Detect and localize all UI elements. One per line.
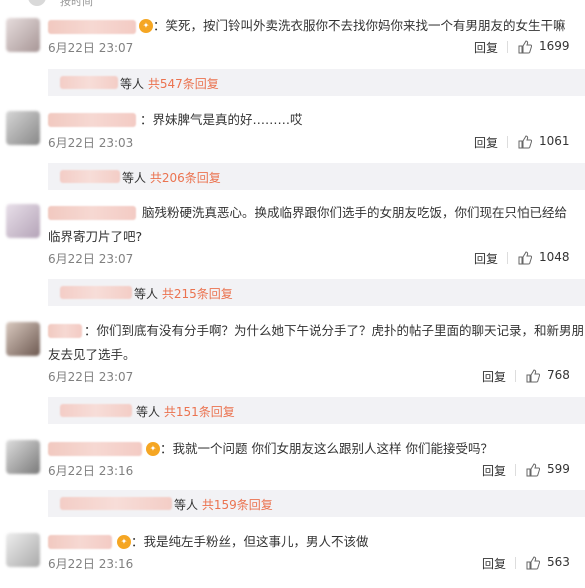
thumbs-up-icon[interactable]	[526, 369, 540, 383]
fan-badge-icon: ✦	[139, 19, 153, 33]
reply-summary[interactable]: 等人 共547条回复	[48, 69, 585, 96]
username[interactable]	[48, 442, 142, 456]
view-replies-link[interactable]: 共151条回复	[164, 405, 235, 419]
reply-summary[interactable]: 等人 共159条回复	[48, 490, 585, 517]
comment-item: ✦ ：我就一个问题 你们女朋友这么跟别人这样 你们能接受吗？ 6月22日 23:…	[0, 438, 585, 530]
thumbs-up-icon[interactable]	[526, 556, 540, 570]
comment-item: ✦ ：笑死，按门铃叫外卖洗衣服你不去找你妈你来找一个有男朋友的女生干嘛 6月22…	[0, 16, 585, 106]
replier-names	[60, 286, 132, 299]
like-count: 1048	[539, 250, 570, 264]
replier-names	[60, 404, 132, 417]
comment-item: 脑残粉硬洗真恶心。换成临界跟你们选手的女朋友吃饭，你们现在只怕已经给 临界寄刀片…	[0, 202, 585, 314]
divider	[515, 557, 516, 569]
divider	[507, 252, 508, 264]
view-replies-link[interactable]: 共547条回复	[148, 77, 219, 91]
thumbs-up-icon[interactable]	[518, 251, 532, 265]
avatar[interactable]	[6, 204, 40, 238]
avatar[interactable]	[6, 440, 40, 474]
reply-button[interactable]: 回复	[474, 134, 498, 151]
comment-item: ：你们到底有没有分手啊？为什么她下午说分手了？虎扑的帖子里面的聊天记录，和新男朋…	[0, 320, 585, 432]
reply-summary[interactable]: 等人 共151条回复	[48, 397, 585, 424]
comment-text-line2: 临界寄刀片了吧?	[48, 229, 143, 244]
view-replies-link[interactable]: 共206条回复	[150, 171, 221, 185]
thumbs-up-icon[interactable]	[526, 463, 540, 477]
avatar[interactable]	[6, 322, 40, 356]
reply-summary[interactable]: 等人 共206条回复	[48, 163, 585, 190]
comment-date: 6月22日 23:07	[48, 252, 134, 266]
comment-text: ：界妹脾气是真的好………哎	[140, 112, 303, 127]
comment-text: ：我是纯左手粉丝，但这事儿，男人不该做	[131, 534, 369, 549]
thumbs-up-icon[interactable]	[518, 40, 532, 54]
avatar	[28, 0, 46, 6]
reply-button[interactable]: 回复	[482, 555, 506, 572]
comment-item: ✦ ：我是纯左手粉丝，但这事儿，男人不该做 6月22日 23:16 回复 563	[0, 531, 585, 588]
view-replies-link[interactable]: 共215条回复	[162, 287, 233, 301]
like-count: 768	[547, 368, 570, 382]
replier-names	[60, 170, 120, 183]
reply-summary-prefix: 等人	[122, 171, 147, 185]
comment-date: 6月22日 23:16	[48, 464, 134, 478]
username[interactable]	[48, 535, 112, 549]
avatar[interactable]	[6, 533, 40, 567]
reply-summary-prefix: 等人	[134, 287, 159, 301]
comment-date: 6月22日 23:16	[48, 557, 134, 571]
username[interactable]	[48, 206, 136, 220]
reply-button[interactable]: 回复	[482, 368, 506, 385]
top-partial-row: 按时间	[0, 0, 585, 8]
like-count: 1061	[539, 134, 570, 148]
comment-text: ：你们到底有没有分手啊？为什么她下午说分手了？虎扑的帖子里面的聊天记录，和新男朋	[84, 323, 585, 338]
avatar[interactable]	[6, 18, 40, 52]
view-replies-link[interactable]: 共159条回复	[202, 498, 273, 512]
thumbs-up-icon[interactable]	[518, 135, 532, 149]
reply-button[interactable]: 回复	[474, 39, 498, 56]
fan-badge-icon: ✦	[146, 442, 160, 456]
comment-text-line2: 友去见了选手。	[48, 347, 136, 362]
divider	[515, 370, 516, 382]
comment-item: ：界妹脾气是真的好………哎 6月22日 23:03 回复 1061 等人 共20…	[0, 109, 585, 201]
reply-summary-prefix: 等人	[136, 405, 161, 419]
comment-text: 脑残粉硬洗真恶心。换成临界跟你们选手的女朋友吃饭，你们现在只怕已经给	[142, 205, 568, 220]
reply-summary[interactable]: 等人 共215条回复	[48, 279, 585, 306]
username[interactable]	[48, 20, 136, 34]
comment-text: ：我就一个问题 你们女朋友这么跟别人这样 你们能接受吗？	[160, 441, 493, 456]
reply-summary-prefix: 等人	[120, 77, 145, 91]
reply-button[interactable]: 回复	[482, 462, 506, 479]
reply-button[interactable]: 回复	[474, 250, 498, 267]
divider	[515, 464, 516, 476]
username[interactable]	[48, 324, 82, 338]
top-partial-text: 按时间	[60, 0, 93, 8]
reply-summary-prefix: 等人	[174, 498, 199, 512]
like-count: 1699	[539, 39, 570, 53]
comment-text: ：笑死，按门铃叫外卖洗衣服你不去找你妈你来找一个有男朋友的女生干嘛	[153, 18, 566, 33]
like-count: 599	[547, 462, 570, 476]
comment-date: 6月22日 23:07	[48, 41, 134, 55]
replier-names	[60, 497, 172, 510]
username[interactable]	[48, 113, 136, 127]
replier-names	[60, 76, 118, 89]
avatar[interactable]	[6, 111, 40, 145]
fan-badge-icon: ✦	[117, 535, 131, 549]
divider	[507, 136, 508, 148]
comment-date: 6月22日 23:03	[48, 136, 134, 150]
like-count: 563	[547, 555, 570, 569]
divider	[507, 41, 508, 53]
comment-date: 6月22日 23:07	[48, 370, 134, 384]
